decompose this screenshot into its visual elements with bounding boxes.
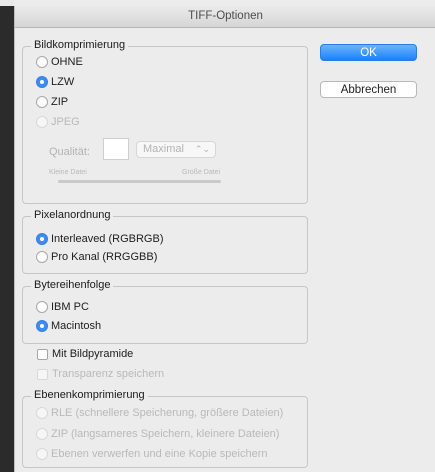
chevron-up-down-icon: ⌃⌄ xyxy=(194,144,210,154)
radio-macintosh[interactable]: Macintosh xyxy=(36,319,101,333)
radio-button-disabled xyxy=(36,448,48,460)
radio-label: ZIP xyxy=(51,96,69,108)
cancel-button[interactable]: Abbrechen xyxy=(320,81,417,98)
title-bar[interactable]: TIFF-Optionen xyxy=(15,6,435,28)
quality-input xyxy=(103,138,129,160)
radio-button[interactable] xyxy=(36,251,48,263)
radio-label: Macintosh xyxy=(51,320,102,332)
quality-select: Maximal ⌃⌄ xyxy=(136,141,216,158)
radio-compression-lzw[interactable]: LZW xyxy=(36,75,74,89)
radio-button-selected[interactable] xyxy=(36,76,48,88)
compression-legend: Bildkomprimierung xyxy=(31,39,129,51)
radio-button-disabled xyxy=(36,428,48,440)
checkbox-disabled xyxy=(37,368,48,380)
checkbox-label: Transparenz speichern xyxy=(52,368,165,380)
checkbox[interactable] xyxy=(37,348,48,360)
radio-label: LZW xyxy=(51,76,75,88)
quality-slider-track xyxy=(58,180,221,183)
tiff-options-dialog: TIFF-Optionen Bildkomprimierung OHNE LZW… xyxy=(14,6,435,472)
byte-order-group: Bytereihenfolge xyxy=(22,279,308,344)
radio-button-selected[interactable] xyxy=(36,233,48,245)
radio-compression-jpeg: JPEG xyxy=(36,115,80,129)
window-title: TIFF-Optionen xyxy=(188,10,263,22)
radio-label: IBM PC xyxy=(51,301,89,313)
radio-label: RLE (schnellere Speicherung, größere Dat… xyxy=(51,407,284,419)
radio-button-selected[interactable] xyxy=(36,320,48,332)
checkbox-label: Mit Bildpyramide xyxy=(52,348,134,360)
small-file-label: Kleine Datei xyxy=(49,169,87,176)
large-file-label: Große Datei xyxy=(182,169,221,176)
radio-interleaved[interactable]: Interleaved (RGBRGB) xyxy=(36,232,163,246)
checkbox-save-transparency: Transparenz speichern xyxy=(37,367,164,381)
radio-per-channel[interactable]: Pro Kanal (RRGGBB) xyxy=(36,250,157,264)
background-window-cap xyxy=(0,0,14,6)
byte-order-legend: Bytereihenfolge xyxy=(31,279,114,291)
radio-button-disabled xyxy=(36,407,48,419)
radio-label: OHNE xyxy=(51,56,83,68)
checkbox-image-pyramid[interactable]: Mit Bildpyramide xyxy=(37,347,133,361)
radio-ibm-pc[interactable]: IBM PC xyxy=(36,300,89,314)
radio-label: ZIP (langsameres Speichern, kleinere Dat… xyxy=(51,428,280,440)
pixel-order-legend: Pixelanordnung xyxy=(31,209,114,221)
quality-label: Qualität: xyxy=(49,146,90,158)
radio-compression-none[interactable]: OHNE xyxy=(36,55,83,69)
radio-layer-zip: ZIP (langsameres Speichern, kleinere Dat… xyxy=(36,427,279,441)
radio-layer-discard: Ebenen verwerfen und eine Kopie speicher… xyxy=(36,447,267,461)
radio-compression-zip[interactable]: ZIP xyxy=(36,95,68,109)
radio-label: Ebenen verwerfen und eine Kopie speicher… xyxy=(51,448,268,460)
layer-compression-legend: Ebenenkomprimierung xyxy=(31,389,148,401)
radio-button[interactable] xyxy=(36,56,48,68)
radio-button[interactable] xyxy=(36,301,48,313)
radio-layer-rle: RLE (schnellere Speicherung, größere Dat… xyxy=(36,406,283,420)
quality-select-value: Maximal xyxy=(143,143,184,155)
radio-label: JPEG xyxy=(51,116,80,128)
radio-button-disabled xyxy=(36,116,48,128)
radio-label: Pro Kanal (RRGGBB) xyxy=(51,251,158,263)
background-window-strip xyxy=(0,0,14,472)
ok-button[interactable]: OK xyxy=(320,44,417,61)
radio-button[interactable] xyxy=(36,96,48,108)
radio-label: Interleaved (RGBRGB) xyxy=(51,233,164,245)
